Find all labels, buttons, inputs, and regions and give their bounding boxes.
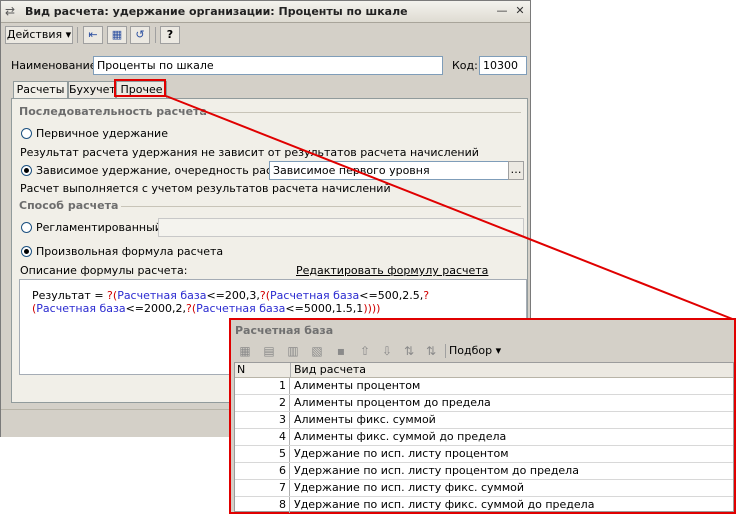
row-name: Алименты процентом bbox=[294, 379, 421, 392]
row-number: 7 bbox=[235, 480, 290, 496]
row-number: 5 bbox=[235, 446, 290, 462]
sort-asc-icon[interactable]: ⇅ bbox=[399, 342, 419, 360]
table-row[interactable]: 6 Удержание по исп. листу процентом до п… bbox=[235, 463, 733, 480]
row-name: Удержание по исп. листу фикс. суммой до … bbox=[294, 498, 595, 511]
arrow-down-icon[interactable]: ⇩ bbox=[377, 342, 397, 360]
row-name: Алименты фикс. суммой bbox=[294, 413, 436, 426]
base-table[interactable]: N Вид расчета 1 Алименты процентом 2 Али… bbox=[234, 362, 734, 514]
row-number: 3 bbox=[235, 412, 290, 428]
table-row[interactable]: 1 Алименты процентом bbox=[235, 378, 733, 395]
row-number: 8 bbox=[235, 497, 290, 513]
table-row[interactable]: 4 Алименты фикс. суммой до предела bbox=[235, 429, 733, 446]
column-header-type: Вид расчета bbox=[294, 363, 366, 376]
table-row[interactable]: 3 Алименты фикс. суммой bbox=[235, 412, 733, 429]
column-header-n: N bbox=[237, 363, 246, 376]
base-popup-panel: Расчетная база ▦ ▤ ▥ ▧ ▪ ⇧ ⇩ ⇅ ⇅ Подбор … bbox=[229, 318, 736, 514]
podbor-label: Подбор bbox=[449, 344, 493, 357]
row-name: Удержание по исп. листу процентом bbox=[294, 447, 509, 460]
row-name: Удержание по исп. листу процентом до пре… bbox=[294, 464, 579, 477]
chevron-down-icon: ▾ bbox=[495, 344, 502, 357]
table-row[interactable]: 7 Удержание по исп. листу фикс. суммой bbox=[235, 480, 733, 497]
row-number: 6 bbox=[235, 463, 290, 479]
sort-desc-icon[interactable]: ⇅ bbox=[421, 342, 441, 360]
column-divider bbox=[290, 363, 291, 377]
table-row[interactable]: 8 Удержание по исп. листу фикс. суммой д… bbox=[235, 497, 733, 514]
table-row[interactable]: 2 Алименты процентом до предела bbox=[235, 395, 733, 412]
podbor-button[interactable]: Подбор ▾ bbox=[449, 342, 501, 360]
table-row[interactable]: 5 Удержание по исп. листу процентом bbox=[235, 446, 733, 463]
popup-title: Расчетная база bbox=[235, 324, 334, 337]
end-edit-icon[interactable]: ▪ bbox=[331, 342, 351, 360]
add-row-icon[interactable]: ▦ bbox=[235, 342, 255, 360]
edit-row-icon[interactable]: ▥ bbox=[283, 342, 303, 360]
toolbar-divider bbox=[445, 344, 446, 358]
row-name: Алименты фикс. суммой до предела bbox=[294, 430, 507, 443]
delete-row-icon[interactable]: ▧ bbox=[307, 342, 327, 360]
row-name: Удержание по исп. листу фикс. суммой bbox=[294, 481, 525, 494]
arrow-up-icon[interactable]: ⇧ bbox=[355, 342, 375, 360]
row-number: 2 bbox=[235, 395, 290, 411]
row-number: 1 bbox=[235, 378, 290, 394]
copy-row-icon[interactable]: ▤ bbox=[259, 342, 279, 360]
row-name: Алименты процентом до предела bbox=[294, 396, 491, 409]
row-number: 4 bbox=[235, 429, 290, 445]
table-header: N Вид расчета bbox=[235, 363, 733, 378]
